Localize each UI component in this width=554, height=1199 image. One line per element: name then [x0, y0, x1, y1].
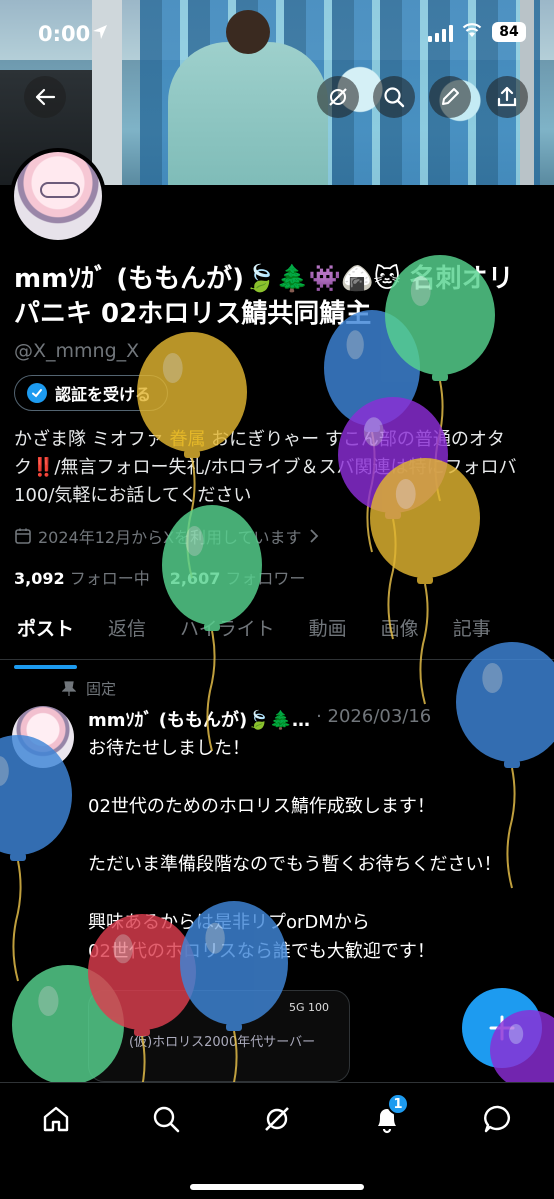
location-arrow-icon	[92, 24, 108, 44]
share-icon	[497, 86, 517, 107]
post-line	[88, 763, 538, 792]
post-header: mmｿｶﾞ (ももんが)🍃🌲… · 2026/03/16	[88, 706, 431, 732]
post-image-status: 5G 100	[289, 1001, 330, 1014]
profile-tabs: ポスト 返信 ハイライト 動画 画像 記事	[0, 610, 554, 669]
pencil-icon	[442, 88, 459, 105]
profile-handle: @X_mmng_X	[14, 340, 140, 362]
post-image[interactable]: 5G 100 (仮)ホロリス2000年代サーバー	[88, 990, 350, 1082]
tab-replies[interactable]: 返信	[91, 610, 163, 659]
profile-name: mmｿｶﾞ (ももんが)🍃🌲👾🍙🐱 名刺オリパニキ 02ホロリス鯖共同鯖主	[14, 264, 514, 329]
nav-search[interactable]	[144, 1097, 188, 1141]
notification-badge: 1	[387, 1093, 409, 1115]
post-line: 02世代のホロリスなら誰でも大歓迎です！	[88, 941, 435, 962]
tab-posts[interactable]: ポスト	[0, 610, 91, 669]
tab-highlights[interactable]: ハイライト	[163, 610, 292, 659]
post-body[interactable]: お待たせしました！ 02世代のためのホロリス鯖作成致します！ ただいま準備段階な…	[88, 734, 538, 966]
tab-articles[interactable]: 記事	[436, 610, 508, 659]
tab-images[interactable]: 画像	[364, 610, 436, 659]
bio-highlight[interactable]: 眷属	[169, 429, 205, 450]
post-author[interactable]: mmｿｶﾞ (ももんが)🍃🌲…	[88, 706, 310, 732]
post-date: · 2026/03/16	[316, 706, 432, 727]
post-line	[88, 821, 538, 850]
grok-icon	[265, 1107, 289, 1131]
nav-grok[interactable]	[255, 1097, 299, 1141]
grok-button[interactable]	[317, 76, 359, 118]
compose-button[interactable]	[462, 988, 542, 1068]
back-button[interactable]	[24, 76, 66, 118]
calendar-icon	[15, 528, 31, 544]
following-stat[interactable]: 3,092 フォロー中	[14, 565, 150, 589]
home-indicator	[190, 1184, 364, 1190]
nav-messages[interactable]	[476, 1097, 520, 1141]
followers-label: フォロワー	[225, 569, 306, 588]
wifi-icon	[462, 23, 482, 37]
search-button[interactable]	[373, 76, 415, 118]
nav-home[interactable]	[34, 1097, 78, 1141]
joined-date[interactable]: 2024年12月からXを利用しています	[14, 524, 320, 548]
following-count: 3,092	[14, 569, 65, 588]
bio-text-start: かざま隊 ミオファ	[14, 429, 170, 450]
chat-bubble-icon	[484, 1105, 510, 1133]
chevron-right-icon	[309, 529, 318, 543]
profile-avatar[interactable]	[10, 148, 106, 244]
verified-badge-icon	[27, 383, 47, 403]
edit-button[interactable]	[429, 76, 471, 118]
verify-label: 認証を受ける	[55, 385, 152, 404]
post-line: お待たせしました！	[88, 738, 250, 759]
followers-count: 2,607	[169, 569, 221, 588]
search-icon	[384, 87, 405, 108]
post-line: 興味あるからは是非リプorDMから	[88, 912, 370, 933]
balloon	[0, 735, 72, 982]
avatar-image	[14, 152, 102, 240]
battery-indicator: 84	[492, 22, 526, 42]
verify-button[interactable]: 認証を受ける	[14, 375, 169, 411]
followers-stat[interactable]: 2,607 フォロワー	[170, 565, 306, 589]
bottom-nav: 1	[0, 1082, 554, 1199]
share-button[interactable]	[486, 76, 528, 118]
post-image-caption: (仮)ホロリス2000年代サーバー	[129, 1035, 316, 1050]
status-time: 0:00	[38, 22, 91, 46]
status-bar: 0:00 84	[0, 0, 554, 70]
joined-text: 2024年12月からXを利用しています	[38, 528, 302, 547]
post-line: 02世代のためのホロリス鯖作成致します！	[88, 796, 435, 817]
follow-stats: 3,092 フォロー中 2,607 フォロワー	[14, 565, 305, 589]
pinned-label: 固定	[86, 680, 117, 698]
post-line	[88, 879, 538, 908]
nav-notifications[interactable]: 1	[365, 1093, 409, 1141]
pinned-indicator: 固定	[62, 678, 116, 699]
tab-videos[interactable]: 動画	[292, 610, 364, 659]
post-avatar[interactable]	[12, 706, 74, 768]
cellular-signal-icon	[428, 24, 453, 42]
plus-icon	[489, 1015, 515, 1041]
search-icon	[153, 1106, 180, 1133]
grok-icon	[329, 88, 347, 106]
profile-bio: かざま隊 ミオファ 眷属 おにぎりゃー すこん部の普通のオタク‼️/無言フォロー…	[14, 426, 544, 510]
arrow-left-icon	[35, 88, 56, 106]
post-line: ただいま準備段階なのでもう暫くお待ちください！	[88, 854, 502, 875]
home-icon	[43, 1106, 69, 1132]
pin-icon	[62, 680, 76, 696]
following-label: フォロー中	[69, 569, 150, 588]
